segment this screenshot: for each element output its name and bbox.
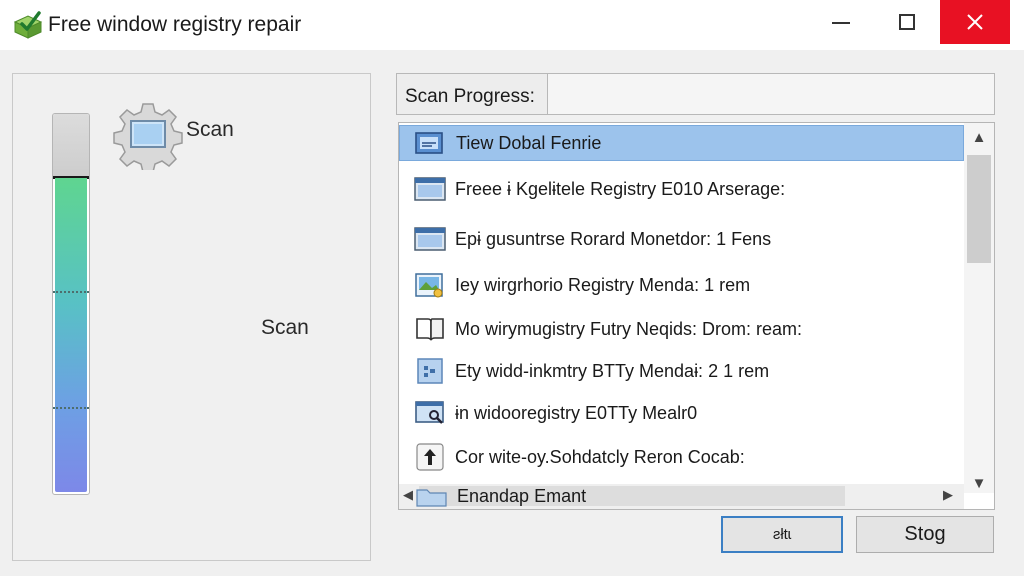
scan-progress-field — [547, 74, 994, 114]
list-item-label: ɨn widooregistry E0TTy Mealr0 — [455, 402, 698, 423]
window-title: Free window registry repair — [48, 13, 302, 36]
meter-tick — [53, 407, 89, 409]
start-button[interactable]: ƨłtɩ — [721, 516, 843, 553]
scroll-up-icon[interactable]: ▲ — [964, 129, 994, 153]
title-bar: Free window registry repair — [0, 0, 1024, 50]
maximize-icon — [899, 14, 915, 30]
scroll-down-icon[interactable]: ▼ — [964, 475, 994, 495]
meter-fill — [55, 178, 87, 492]
up-arrow-icon — [413, 442, 447, 472]
list-item[interactable]: ɨn widooregistry E0TTy Mealr0 — [399, 395, 964, 431]
app-icon — [12, 10, 44, 40]
list-item-label: Mo wirymugistry Futry Neqids: Drom: ream… — [455, 318, 803, 339]
maximize-button[interactable] — [878, 0, 936, 44]
close-icon — [967, 14, 983, 30]
list-item-label: Tiew Dobal Fenrie — [456, 132, 602, 153]
window-app-icon — [413, 224, 447, 254]
minimize-icon — [832, 22, 850, 24]
folder-icon — [415, 484, 449, 508]
window-app-icon — [413, 174, 447, 204]
vertical-scrollbar[interactable]: ▲ ▼ — [964, 123, 994, 493]
gear-icon — [113, 100, 183, 173]
list-item[interactable]: Mo wirymugistry Futry Neqids: Drom: ream… — [399, 311, 964, 347]
scan-title: Scan — [186, 118, 234, 141]
minimize-button[interactable] — [812, 0, 870, 44]
book-icon — [413, 314, 447, 344]
list-item[interactable]: Epɨ gusuntrse Rorard Monetdor: 1 Fens — [399, 221, 964, 257]
meter-tick — [53, 291, 89, 293]
scroll-right-icon[interactable]: ▶ — [943, 487, 953, 503]
scroll-left-icon[interactable]: ◀ — [403, 487, 413, 503]
list-item[interactable]: Cor wite-oy.Sohdatcly Reron Cocab: — [399, 439, 964, 475]
scan-progress-label: Scan Progress: — [405, 86, 535, 107]
list-item-label: Cor wite-oy.Sohdatcly Reron Cocab: — [455, 446, 745, 467]
picture-icon — [413, 270, 447, 300]
grid-icon — [413, 356, 447, 386]
horizontal-scrollbar[interactable]: ◀ ▶ Enandap Emant — [399, 484, 964, 509]
window-app-icon — [414, 128, 448, 158]
list-item-label: Freee ɨ Kgelɨtele Registry E010 Arserage… — [455, 178, 786, 199]
close-button[interactable] — [940, 0, 1010, 44]
scan-progress-bar: Scan Progress: — [396, 73, 995, 115]
scan-panel: Scan Scan — [12, 73, 371, 561]
meter-empty-region — [53, 114, 89, 179]
list-item[interactable]: Ety widd-inkmtry BTTy Mendaɨ: 2 1 rem — [399, 353, 964, 389]
list-item[interactable]: Tiew Dobal Fenrie — [399, 125, 964, 161]
scan-level-meter — [52, 113, 90, 495]
stop-button[interactable]: Stog — [856, 516, 994, 553]
screen-search-icon — [413, 398, 447, 428]
registry-results-list[interactable]: Tiew Dobal Fenrie Freee ɨ Kgelɨtele Regis… — [398, 122, 995, 510]
vertical-scroll-thumb[interactable] — [967, 155, 991, 263]
partial-list-item: Enandap Emant — [457, 486, 587, 506]
list-item-label: Iey wirgrhorio Registry Menda: 1 rem — [455, 274, 751, 295]
list-item[interactable]: Iey wirgrhorio Registry Menda: 1 rem — [399, 267, 964, 303]
list-item[interactable]: Freee ɨ Kgelɨtele Registry E010 Arserage… — [399, 171, 964, 207]
list-item-label: Epɨ gusuntrse Rorard Monetdor: 1 Fens — [455, 228, 772, 249]
list-item-label: Ety widd-inkmtry BTTy Mendaɨ: 2 1 rem — [455, 360, 770, 381]
scan-label: Scan — [261, 316, 309, 339]
